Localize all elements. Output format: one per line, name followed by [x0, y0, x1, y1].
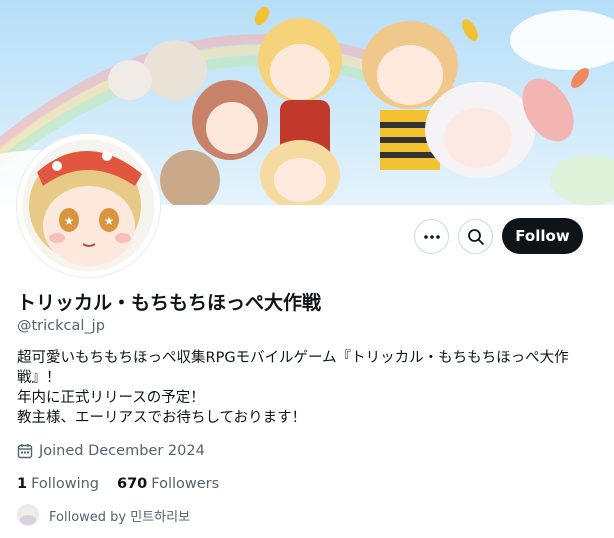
bio-line: 超可愛いもちもちほっぺ収集RPGモバイルゲーム『トリッカル・もちもちほっぺ大作: [17, 350, 569, 366]
profile-avatar[interactable]: ★ ★: [17, 134, 160, 277]
joined-text: Joined December 2024: [39, 443, 205, 459]
follow-button[interactable]: Follow: [502, 218, 583, 254]
followers-label: Followers: [151, 476, 220, 492]
display-name: トリッカル・もちもちほっぺ大作戦: [17, 292, 322, 314]
more-horizontal-icon: [423, 234, 440, 239]
more-options-button[interactable]: [414, 219, 449, 254]
following-link[interactable]: 1 Following: [17, 476, 99, 492]
search-profile-button[interactable]: [458, 219, 493, 254]
follow-stats: 1 Following 670 Followers: [17, 476, 219, 492]
follower-avatar: [17, 504, 39, 526]
search-icon: [467, 228, 484, 245]
bio-line: 年内に正式リリースの予定！: [17, 390, 205, 406]
user-handle: @trickcal_jp: [17, 318, 105, 334]
joined-date: Joined December 2024: [17, 443, 205, 459]
avatar-illustration: ★ ★: [17, 134, 160, 277]
calendar-icon: [17, 444, 33, 459]
followers-count: 670: [117, 476, 148, 492]
bio-line: 教主様、エーリアスでお待ちしております！: [17, 410, 307, 426]
followers-link[interactable]: 670 Followers: [117, 476, 219, 492]
following-count: 1: [17, 476, 28, 492]
svg-text:★: ★: [64, 214, 75, 228]
follower-avatar-image: [17, 504, 39, 526]
profile-bio: 超可愛いもちもちほっぺ収集RPGモバイルゲーム『トリッカル・もちもちほっぺ大作 …: [17, 348, 587, 428]
svg-text:★: ★: [104, 214, 115, 228]
following-label: Following: [31, 476, 99, 492]
bio-line: 戦』！: [17, 370, 61, 386]
followed-by-link[interactable]: Followed by 민트하리보: [17, 504, 190, 526]
followed-by-text: Followed by 민트하리보: [49, 509, 191, 525]
